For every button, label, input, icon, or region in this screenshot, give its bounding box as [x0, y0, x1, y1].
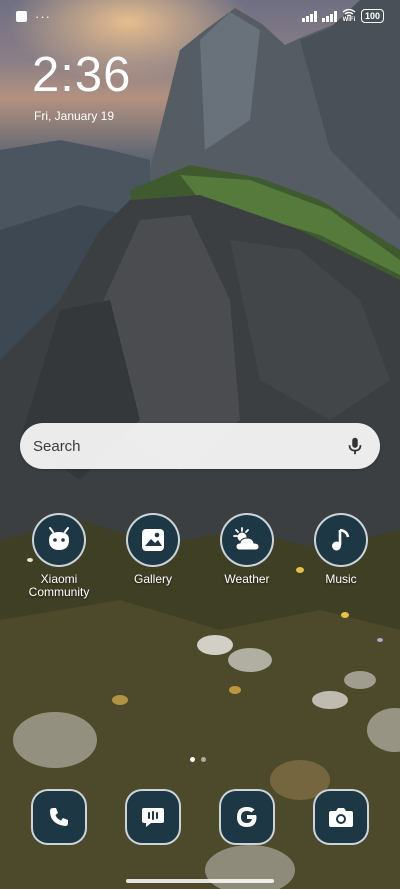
google-icon[interactable] — [219, 789, 275, 845]
page-dot — [201, 757, 206, 762]
app-gallery[interactable]: Gallery — [110, 513, 196, 586]
app-label: Music — [325, 572, 357, 586]
more-notifications-icon: ··· — [35, 8, 51, 24]
dock-phone[interactable] — [16, 789, 102, 845]
cell-signal-2-icon — [321, 10, 337, 22]
home-indicator[interactable] — [126, 879, 274, 883]
music-icon[interactable] — [314, 513, 368, 567]
gallery-icon[interactable] — [126, 513, 180, 567]
microphone-icon[interactable] — [344, 435, 366, 457]
xiaomi-community-icon[interactable] — [32, 513, 86, 567]
weather-icon[interactable] — [220, 513, 274, 567]
messages-icon[interactable] — [125, 789, 181, 845]
app-label: Gallery — [133, 572, 172, 586]
clock-time[interactable]: 2:36 — [32, 46, 131, 104]
app-music[interactable]: Music — [298, 513, 384, 586]
search-placeholder[interactable]: Search — [33, 438, 344, 455]
search-bar[interactable]: Search — [20, 423, 380, 469]
app-weather[interactable]: Weather — [204, 513, 290, 586]
app-xiaomi-community[interactable]: Xiaomi Community — [16, 513, 102, 599]
dock-camera[interactable] — [298, 789, 384, 845]
app-label: Xiaomi Community — [28, 572, 90, 599]
clock-date[interactable]: Fri, January 19 — [34, 109, 114, 123]
phone-icon[interactable] — [31, 789, 87, 845]
dock-messages[interactable] — [110, 789, 196, 845]
app-label: Weather — [224, 572, 270, 586]
page-dot-active — [190, 757, 195, 762]
dock-google[interactable] — [204, 789, 290, 845]
page-indicator[interactable] — [190, 757, 206, 762]
notification-icon — [16, 11, 27, 22]
wifi-icon: WiFi — [342, 9, 356, 23]
cell-signal-icon — [301, 10, 317, 22]
battery-indicator: 100 — [360, 9, 384, 23]
camera-icon[interactable] — [313, 789, 369, 845]
status-bar: ··· WiFi 100 — [0, 0, 400, 34]
